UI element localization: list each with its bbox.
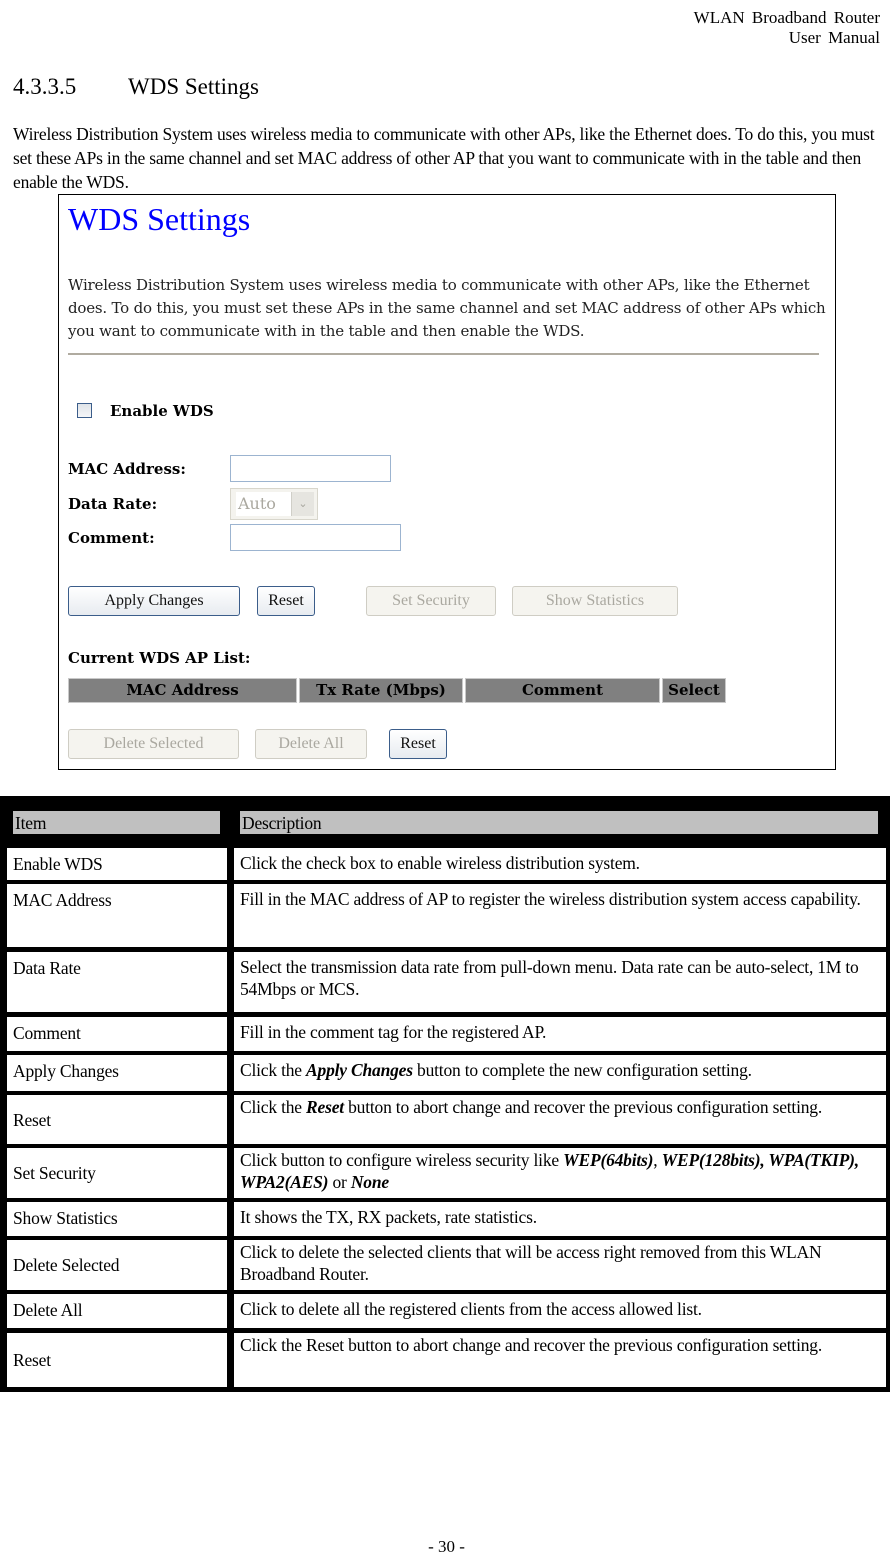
table-header-item: Item [13,811,220,834]
show-statistics-button[interactable]: Show Statistics [512,586,678,616]
description-text: button to abort change and recover the p… [343,1097,823,1117]
description-text: Fill in the MAC address of AP to registe… [240,889,861,909]
description-text: button to complete the new configuration… [412,1060,752,1080]
table-description-cell: Click to delete all the registered clien… [234,1294,886,1328]
emphasized-term: WEP(64bits) [563,1150,654,1170]
table-description-cell: Click the check box to enable wireless d… [234,848,886,880]
delete-all-button[interactable]: Delete All [255,729,367,759]
screenshot-title: WDS Settings [68,201,251,237]
page-number: - 30 - [428,1537,465,1556]
chevron-down-icon: ⌄ [291,492,314,516]
table-item-cell: Reset [7,1095,227,1144]
description-text: It shows the TX, RX packets, rate statis… [240,1207,537,1227]
description-text: , [653,1150,662,1170]
table-item-cell: Delete All [7,1294,227,1328]
description-text: Click the [240,1097,307,1117]
table-item-cell: Delete Selected [7,1240,227,1290]
section-title: WDS Settings [128,74,259,99]
emphasized-term: None [350,1172,389,1192]
column-header-tx-rate: Tx Rate (Mbps) [299,678,463,703]
section-number: 4.3.3.5 [13,74,77,99]
description-text: Click to delete the selected clients tha… [240,1242,822,1284]
running-header-doc: User Manual [788,28,880,47]
table-description-cell: Click the Reset button to abort change a… [234,1095,886,1144]
description-text: Click the check box to enable wireless d… [240,853,640,873]
item-description-table: Item Description Enable WDS Click the che… [0,796,890,1392]
mac-address-label: MAC Address: [68,460,186,478]
running-header: WLAN Broadband Router User Manual [694,8,880,48]
intro-paragraph: Wireless Distribution System uses wirele… [13,124,875,192]
screenshot-description: Wireless Distribution System uses wirele… [68,276,826,340]
description-text: Click the Reset button to abort change a… [240,1335,823,1355]
enable-wds-checkbox[interactable] [77,403,92,418]
description-text: Fill in the comment tag for the register… [240,1022,547,1042]
list-reset-button[interactable]: Reset [389,729,447,759]
column-header-comment: Comment [465,678,660,703]
emphasized-term: Apply Changes [306,1060,413,1080]
ap-list-label: Current WDS AP List: [68,649,251,667]
mac-address-input[interactable] [230,455,391,482]
column-header-mac-address: MAC Address [68,678,297,703]
description-text: Click to delete all the registered clien… [240,1299,702,1319]
wds-settings-screenshot: WDS Settings Wireless Distribution Syste… [58,194,836,770]
table-description-cell: Click button to configure wireless secur… [234,1148,886,1198]
comment-input[interactable] [230,524,401,551]
data-rate-label: Data Rate: [68,495,158,513]
emphasized-term: Reset [306,1097,344,1117]
table-item-cell: Apply Changes [7,1055,227,1091]
table-item-cell: Comment [7,1017,227,1051]
table-description-cell: Click the Apply Changes button to comple… [234,1055,886,1091]
comment-label: Comment: [68,529,155,547]
table-item-cell: Set Security [7,1148,227,1198]
description-text: or [328,1172,351,1192]
enable-wds-label: Enable WDS [110,402,214,420]
section-heading: 4.3.3.5 WDS Settings [13,74,259,100]
delete-selected-button[interactable]: Delete Selected [68,729,239,759]
divider [68,353,819,355]
table-item-cell: MAC Address [7,884,227,947]
table-item-cell: Enable WDS [7,848,227,880]
table-description-cell: It shows the TX, RX packets, rate statis… [234,1202,886,1236]
table-item-cell: Data Rate [7,952,227,1012]
table-description-cell: Click to delete the selected clients tha… [234,1240,886,1290]
table-description-cell: Fill in the MAC address of AP to registe… [234,884,886,947]
set-security-button[interactable]: Set Security [366,586,496,616]
table-description-cell: Click the Reset button to abort change a… [234,1333,886,1387]
table-description-cell: Select the transmission data rate from p… [234,952,886,1012]
table-item-cell: Reset [7,1333,227,1387]
data-rate-value: Auto [236,492,292,516]
running-header-product: WLAN Broadband Router [693,8,880,27]
apply-changes-button[interactable]: Apply Changes [68,586,240,616]
table-item-cell: Show Statistics [7,1202,227,1236]
table-description-cell: Fill in the comment tag for the register… [234,1017,886,1051]
description-text: Click button to configure wireless secur… [240,1150,564,1170]
data-rate-select[interactable]: Auto ⌄ [230,488,318,520]
column-header-select: Select [662,678,726,703]
table-header-description: Description [240,811,878,834]
description-text: Select the transmission data rate from p… [240,957,859,999]
description-text: Click the [240,1060,307,1080]
reset-button[interactable]: Reset [257,586,315,616]
